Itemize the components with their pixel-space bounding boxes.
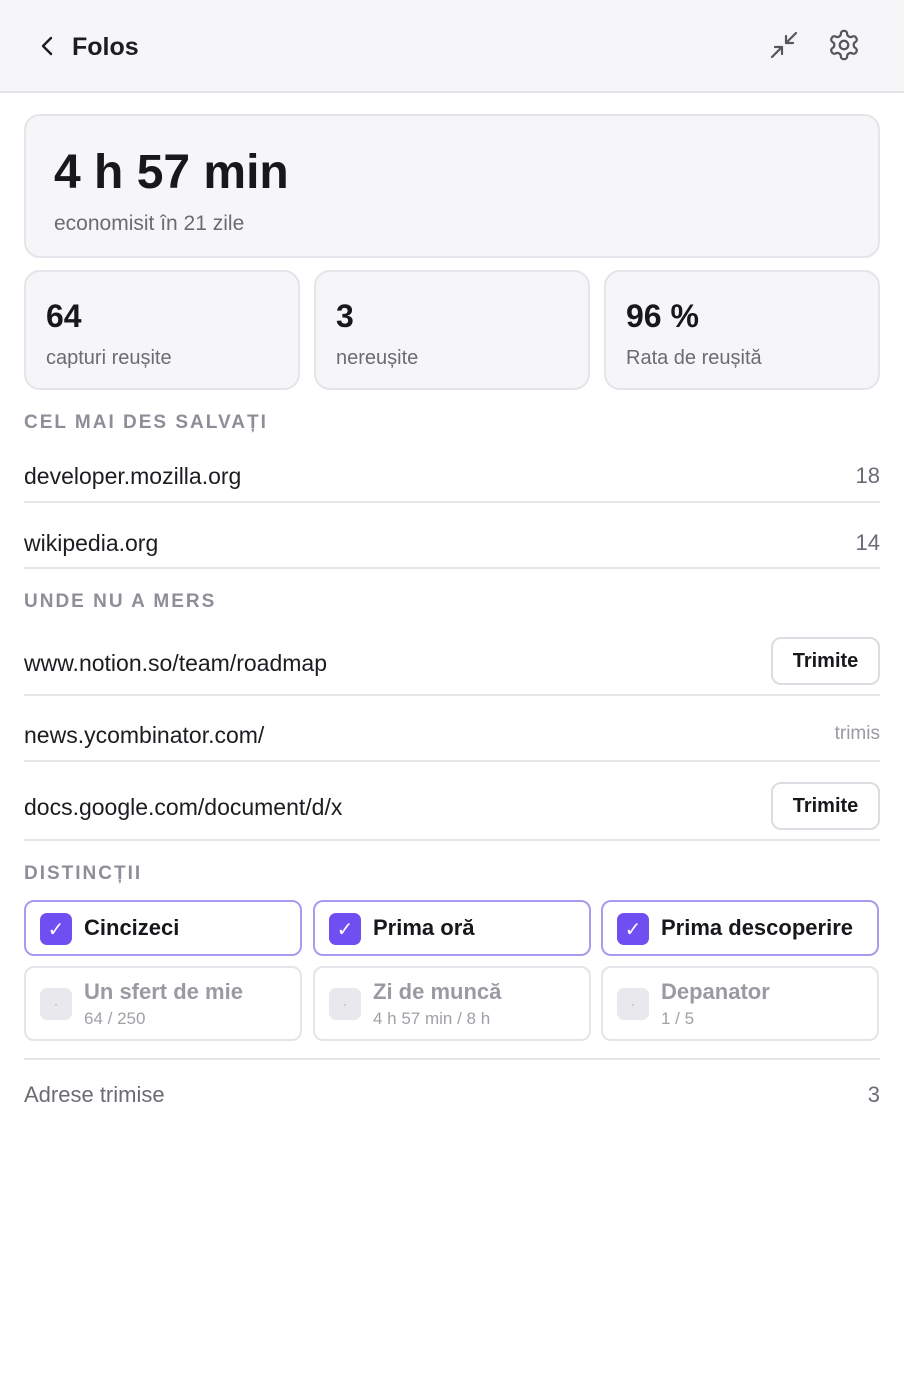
- locked-dot-icon: ·: [329, 988, 361, 1020]
- domain-count: 18: [855, 463, 880, 488]
- badge-name: Cincizeci: [84, 915, 180, 940]
- badge-earned[interactable]: ✓ Prima descoperire: [601, 900, 879, 956]
- failed-item: www.notion.so/team/roadmap Trimite: [24, 626, 880, 696]
- badge-name: Zi de muncă: [373, 979, 502, 1004]
- badge-name: Prima descoperire: [661, 915, 853, 940]
- section-title-failed: UNDE NU A MERS: [24, 591, 217, 612]
- badge-earned[interactable]: ✓ Cincizeci: [24, 900, 302, 956]
- check-icon: ✓: [40, 913, 72, 945]
- section-title-top-saved: CEL MAI DES SALVAȚI: [24, 412, 268, 433]
- badge-locked[interactable]: · Zi de muncă 4 h 57 min / 8 h: [313, 966, 591, 1041]
- stat-value: 96 %: [626, 298, 699, 334]
- check-icon: ✓: [329, 913, 361, 945]
- section-title-badges: DISTINCȚII: [24, 863, 143, 884]
- domain-count: 14: [855, 530, 880, 555]
- sent-addresses-label: Adrese trimise: [24, 1082, 165, 1107]
- sent-status: trimis: [834, 723, 880, 744]
- check-icon: ✓: [617, 913, 649, 945]
- badge-progress: 4 h 57 min / 8 h: [373, 1009, 491, 1028]
- locked-dot-icon: ·: [40, 988, 72, 1020]
- page-title: Folos: [72, 33, 139, 61]
- back-button[interactable]: [32, 30, 62, 62]
- time-saved-period: economisit în 21 zile: [54, 212, 245, 235]
- failed-url: news.ycombinator.com/: [24, 722, 265, 748]
- sent-addresses-count: 3: [867, 1082, 880, 1107]
- top-bar: Folos: [0, 0, 904, 93]
- list-item[interactable]: developer.mozilla.org 18: [24, 446, 880, 503]
- failed-item: news.ycombinator.com/ trimis: [24, 696, 880, 762]
- list-item[interactable]: wikipedia.org 14: [24, 503, 880, 569]
- send-report-button[interactable]: Trimite: [771, 782, 880, 830]
- badge-locked[interactable]: · Depanator 1 / 5: [601, 966, 879, 1041]
- badge-name: Depanator: [661, 979, 770, 1004]
- gear-icon: [830, 29, 858, 61]
- send-report-button[interactable]: Trimite: [771, 637, 880, 685]
- badge-progress: 64 / 250: [84, 1009, 146, 1028]
- failed-url: docs.google.com/document/d/x: [24, 794, 343, 820]
- collapse-button[interactable]: [766, 27, 802, 63]
- divider: [24, 1058, 880, 1060]
- stat-card-rate: 96 % Rata de reușită: [604, 270, 880, 390]
- domain-name: developer.mozilla.org: [24, 463, 242, 489]
- badge-name: Un sfert de mie: [84, 979, 243, 1004]
- collapse-arrows-icon: [770, 31, 798, 59]
- domain-name: wikipedia.org: [24, 530, 159, 556]
- failed-url: www.notion.so/team/roadmap: [24, 650, 327, 676]
- time-saved-value: 4 h 57 min: [54, 146, 289, 199]
- badge-progress: 1 / 5: [661, 1009, 695, 1028]
- time-saved-card: 4 h 57 min economisit în 21 zile: [24, 114, 880, 258]
- chevron-left-icon: [41, 36, 53, 56]
- badge-earned[interactable]: ✓ Prima oră: [313, 900, 591, 956]
- stat-value: 3: [336, 298, 354, 334]
- stat-label: nereușite: [336, 347, 419, 369]
- stat-card-failed: 3 nereușite: [314, 270, 590, 390]
- failed-item: docs.google.com/document/d/x Trimite: [24, 762, 880, 841]
- settings-button[interactable]: [826, 27, 862, 63]
- stat-label: capturi reușite: [46, 347, 172, 369]
- badge-locked[interactable]: · Un sfert de mie 64 / 250: [24, 966, 302, 1041]
- stat-label: Rata de reușită: [626, 347, 762, 369]
- badge-name: Prima oră: [373, 915, 475, 940]
- locked-dot-icon: ·: [617, 988, 649, 1020]
- stat-card-success: 64 capturi reușite: [24, 270, 300, 390]
- stat-value: 64: [46, 298, 82, 334]
